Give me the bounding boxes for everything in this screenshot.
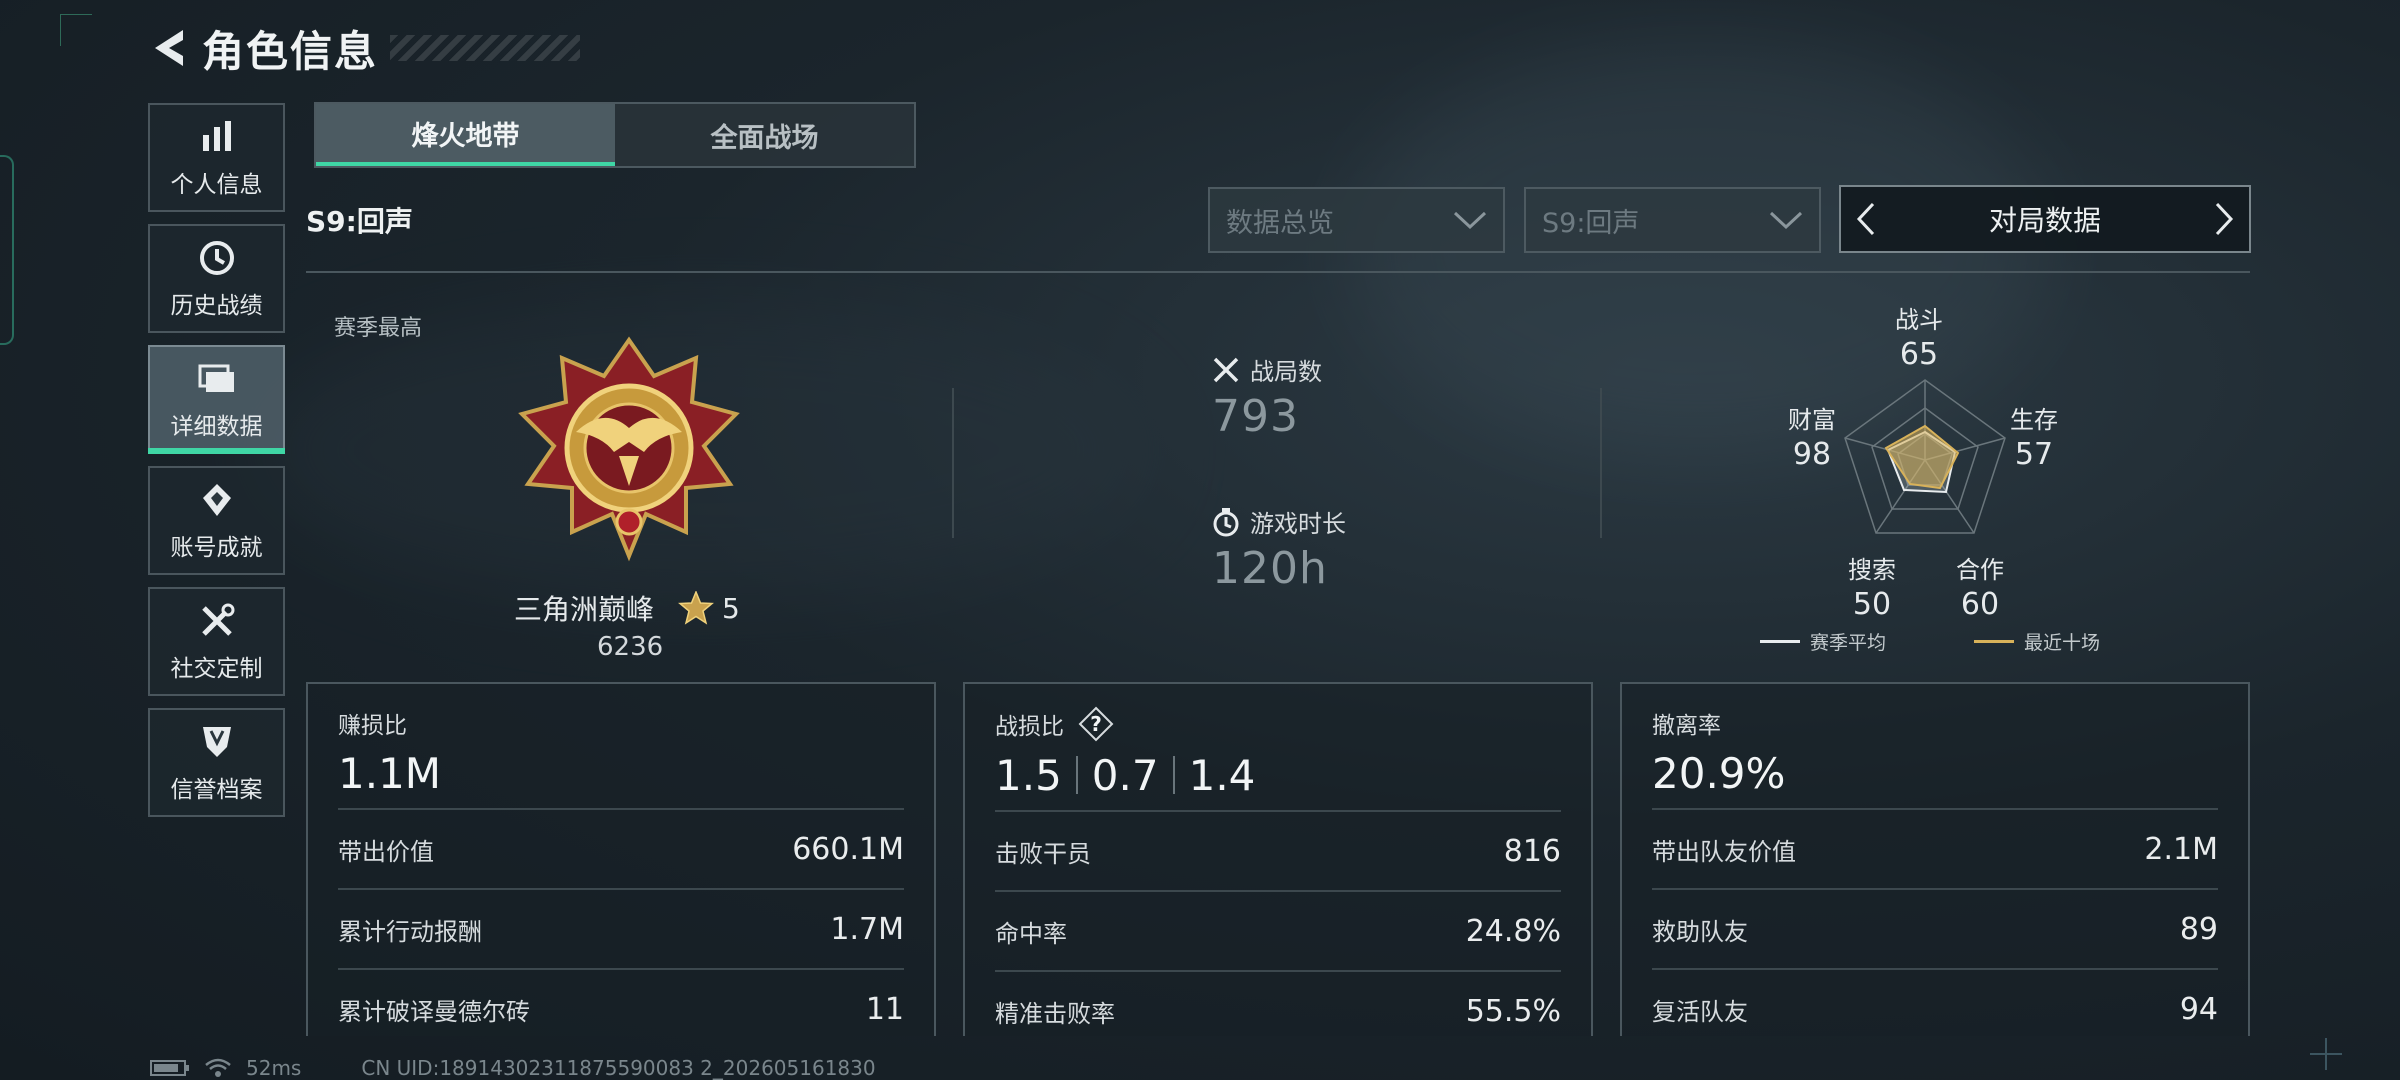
- season-dropdown[interactable]: S9:回声: [1524, 187, 1821, 253]
- card-title: 赚损比: [338, 713, 407, 739]
- nav-item-personal-info[interactable]: 个人信息: [148, 103, 285, 212]
- section-divider: [306, 271, 2250, 273]
- stat-row: 带出价值 660.1M: [338, 808, 904, 888]
- stat-row: 精准击败率 55.5%: [995, 970, 1561, 1050]
- stat-row: 复活队友 94: [1652, 968, 2218, 1048]
- nav-label: 个人信息: [170, 171, 263, 198]
- stat-row: 击败干员 816: [995, 810, 1561, 890]
- tab-operations[interactable]: 烽火地带: [316, 104, 615, 166]
- nav-item-achievements[interactable]: 账号成就: [148, 466, 285, 575]
- radar-label-combat: 战斗 65: [1895, 306, 1943, 372]
- uid-text: CN UID:18914302311875590083 2_2026051618…: [361, 1056, 876, 1080]
- playtime-label: 游戏时长: [1250, 510, 1346, 538]
- rank-name: 三角洲巅峰 5: [514, 588, 740, 628]
- dropdown-value: 数据总览: [1226, 207, 1334, 239]
- vertical-divider: [1600, 388, 1602, 538]
- data-overview-dropdown[interactable]: 数据总览: [1208, 187, 1505, 253]
- ability-radar: 战斗 65 生存 57 合作 60 搜索 50 财富 98: [1770, 300, 2100, 660]
- ping-value: 52ms: [246, 1056, 302, 1080]
- season-label: S9:回声: [306, 205, 413, 238]
- pager-next-button[interactable]: [2199, 187, 2249, 251]
- page-title: 角色信息: [202, 26, 379, 76]
- bar-chart-icon: [197, 117, 237, 157]
- stopwatch-icon: [1212, 507, 1240, 537]
- radar-label-wealth: 财富 98: [1788, 406, 1836, 472]
- nav-label: 详细数据: [170, 413, 263, 440]
- stat-row: 命中率 24.8%: [995, 890, 1561, 970]
- legend-swatch: [1974, 640, 2014, 643]
- matches-stat: 战局数 793: [1212, 352, 1322, 442]
- pager-prev-button[interactable]: [1841, 187, 1891, 251]
- legend-recent-ten: 最近十场: [1974, 628, 2100, 655]
- title-decoration: [390, 35, 581, 61]
- rank-medal-icon: [518, 336, 740, 562]
- plus-crosshair-icon: [2310, 1038, 2342, 1070]
- stat-row: 累计行动报酬 1.7M: [338, 888, 904, 968]
- nav-label: 账号成就: [170, 534, 263, 561]
- pager-label: 对局数据: [1988, 204, 2101, 237]
- help-button[interactable]: ?: [1078, 706, 1114, 742]
- corner-decoration: [60, 14, 92, 46]
- card-title: 战损比 ?: [995, 706, 1561, 742]
- nav-item-reputation[interactable]: 信誉档案: [148, 708, 285, 817]
- history-clock-icon: [197, 238, 237, 278]
- card-main-value: 1.5 0.7 1.4: [995, 750, 1256, 800]
- back-button[interactable]: [148, 24, 190, 72]
- nav-item-detailed-data[interactable]: 详细数据: [148, 345, 285, 454]
- stat-row: 带出队友价值 2.1M: [1652, 808, 2218, 888]
- season-best-label: 赛季最高: [334, 316, 423, 341]
- status-bar: 52ms CN UID:18914302311875590083 2_20260…: [150, 1056, 876, 1080]
- legend-swatch: [1760, 640, 1800, 643]
- matches-value: 793: [1212, 391, 1299, 442]
- achievement-icon: [197, 480, 237, 520]
- battery-icon: [150, 1058, 190, 1078]
- chevron-left-icon: [1856, 202, 1875, 236]
- mode-tabs: 烽火地带 全面战场: [314, 102, 916, 168]
- nav-label: 社交定制: [170, 655, 263, 682]
- nav-label: 信誉档案: [170, 776, 263, 803]
- value-separator: [1172, 756, 1175, 794]
- playtime-value: 120h: [1212, 543, 1328, 594]
- tools-icon: [197, 601, 237, 641]
- dropdown-value: S9:回声: [1542, 207, 1640, 239]
- card-title: 撤离率: [1652, 713, 1721, 739]
- matches-label: 战局数: [1250, 358, 1322, 386]
- star-icon: [678, 591, 714, 625]
- back-arrow-icon: [155, 30, 183, 66]
- chevron-down-icon: [1453, 211, 1487, 230]
- rank-score: 6236: [597, 632, 664, 662]
- rank-title: 三角洲巅峰: [514, 593, 655, 626]
- header: 角色信息: [148, 20, 581, 76]
- folder-icon: [197, 359, 237, 399]
- nav-item-social-custom[interactable]: 社交定制: [148, 587, 285, 696]
- stat-row: 救助队友 89: [1652, 888, 2218, 968]
- legend-season-avg: 赛季平均: [1760, 628, 1886, 655]
- shield-icon: [197, 722, 237, 762]
- kd-ratio-card: 战损比 ? 1.5 0.7 1.4 击败干员 816 命中率 24.8% 精准击…: [963, 682, 1593, 1036]
- crossed-swords-icon: [1212, 356, 1240, 384]
- vertical-divider: [952, 388, 954, 538]
- extraction-rate-card: 撤离率 20.9% 带出队友价值 2.1M 救助队友 89 复活队友 94: [1620, 682, 2250, 1036]
- radar-label-survival: 生存 57: [2010, 406, 2058, 472]
- profit-loss-card: 赚损比 1.1M 带出价值 660.1M 累计行动报酬 1.7M 累计破译曼德尔…: [306, 682, 936, 1036]
- rank-stars: 5: [722, 591, 740, 625]
- wifi-icon: [204, 1057, 232, 1079]
- chevron-down-icon: [1769, 211, 1803, 230]
- chevron-right-icon: [2215, 202, 2234, 236]
- tab-warfare[interactable]: 全面战场: [615, 104, 914, 166]
- side-nav: 个人信息 历史战绩 详细数据 账号成就 社交定制 信誉档案: [148, 103, 285, 829]
- value-separator: [1075, 756, 1078, 794]
- nav-item-history[interactable]: 历史战绩: [148, 224, 285, 333]
- data-type-pager: 对局数据: [1839, 185, 2251, 253]
- playtime-stat: 游戏时长 120h: [1212, 504, 1346, 594]
- card-main-value: 20.9%: [1652, 748, 1786, 798]
- radar-label-cooperation: 合作 60: [1956, 556, 2004, 622]
- stat-row: 累计破译曼德尔砖 11: [338, 968, 904, 1048]
- nav-label: 历史战绩: [170, 292, 263, 319]
- card-main-value: 1.1M: [338, 748, 442, 798]
- side-edge-handle[interactable]: [0, 155, 14, 345]
- radar-label-search: 搜索 50: [1848, 556, 1896, 622]
